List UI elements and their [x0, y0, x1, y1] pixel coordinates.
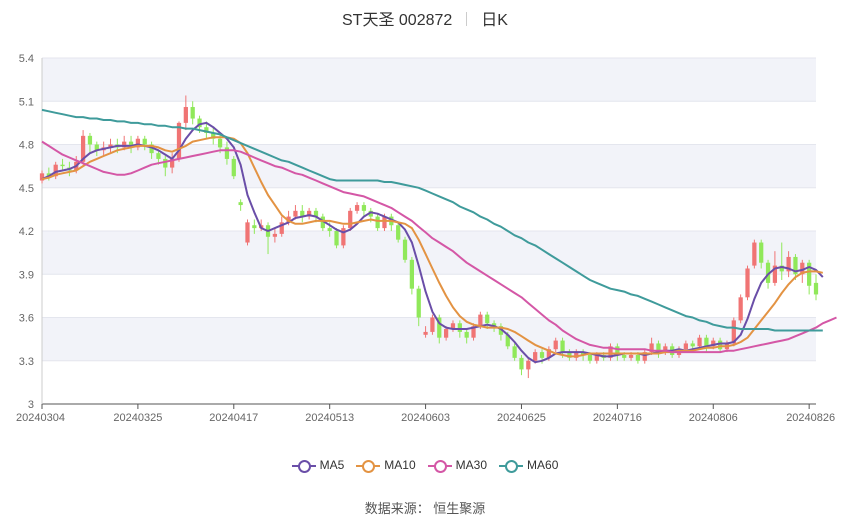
candle-body [683, 343, 688, 350]
candle-body [396, 225, 401, 240]
grid-band [42, 231, 816, 275]
candle-body [382, 216, 387, 229]
legend-swatch [356, 459, 381, 474]
candle-body [231, 158, 236, 177]
ma-line-ma60 [41, 108, 823, 332]
candle-body [238, 202, 243, 206]
legend-label: MA5 [319, 458, 345, 473]
candle-body [272, 233, 278, 237]
y-tick-label: 3.3 [19, 356, 34, 368]
candle-body [163, 158, 168, 168]
candle-body [464, 331, 469, 338]
candle-body [759, 242, 764, 263]
legend-swatch [427, 459, 452, 474]
candle-body [752, 242, 757, 266]
candle-body [252, 225, 257, 229]
candle-body [697, 337, 702, 347]
kline-chart[interactable]: 5.4 5.1 4.8 4.5 4.2 3.9 3.6 3.3 320240304 2024032… [0, 0, 850, 517]
candle-body [156, 153, 161, 159]
candle-body [539, 352, 545, 358]
candle-body [526, 360, 531, 370]
x-tick-label: 20240716 [593, 412, 642, 424]
candle-body [478, 314, 483, 327]
candle-body [553, 340, 558, 350]
candle-body [293, 210, 298, 217]
candle-body [457, 323, 462, 332]
x-tick-label: 20240325 [113, 412, 162, 424]
y-tick-label: 4.8 [19, 140, 34, 152]
candle-body [635, 354, 641, 361]
candle-body [690, 343, 695, 347]
y-tick-label: 4.2 [19, 226, 34, 238]
x-tick-label: 20240625 [497, 412, 546, 424]
x-tick-label: 20240603 [401, 412, 450, 424]
candle-body [717, 340, 723, 350]
candle-body [217, 138, 223, 148]
candle-body [87, 135, 93, 145]
x-tick-label: 20240513 [305, 412, 354, 424]
legend-label: MA10 [384, 458, 416, 473]
candle-body [423, 331, 428, 335]
legend-swatch [499, 459, 524, 474]
candle-body [485, 314, 490, 324]
legend-item-ma10[interactable]: MA10 [356, 458, 416, 474]
y-tick-label: 5.1 [19, 96, 34, 108]
x-tick-label: 20240304 [16, 412, 65, 424]
candle-body [361, 205, 367, 211]
y-tick-label: 3 [28, 399, 34, 411]
candle-body [245, 222, 250, 243]
candle-body [738, 297, 743, 321]
candle-body [745, 268, 750, 298]
y-tick-label: 3.9 [19, 269, 34, 281]
candle-body [334, 231, 339, 246]
legend-item-ma5[interactable]: MA5 [291, 458, 345, 474]
candle-body [327, 228, 332, 231]
legend-item-ma30[interactable]: MA30 [427, 458, 488, 474]
legend-item-ma60[interactable]: MA60 [499, 458, 559, 474]
candle-body [430, 317, 435, 332]
candle-body [402, 239, 408, 260]
candle-body [348, 210, 353, 229]
candle-body [444, 329, 449, 338]
candle-body [587, 354, 593, 361]
candle-body [533, 352, 538, 361]
legend-label: MA30 [455, 458, 488, 473]
candle-body [224, 147, 230, 159]
y-tick-label: 5.4 [19, 53, 34, 65]
candle-body [512, 346, 517, 358]
candle-body [375, 216, 380, 229]
candle-body [142, 138, 147, 145]
legend: MA5 MA10 MA30 MA60 [0, 458, 850, 474]
candle-body [183, 107, 188, 123]
candle-body [519, 357, 524, 370]
x-tick-label: 20240826 [786, 412, 835, 424]
candle-body [60, 164, 65, 167]
y-tick-label: 4.5 [19, 183, 34, 195]
legend-label: MA60 [527, 458, 559, 473]
candle-body [628, 354, 634, 358]
candle-body [354, 205, 360, 211]
legend-swatch [291, 459, 316, 474]
x-tick-label: 20240417 [209, 412, 258, 424]
candle-body [416, 288, 421, 318]
candle-body [560, 340, 565, 353]
x-tick-label: 20240806 [689, 412, 738, 424]
data-source: 数据来源： 恒生聚源 [364, 501, 486, 516]
y-tick-label: 3.6 [19, 313, 34, 325]
candle-body [409, 259, 414, 289]
candle-body [813, 282, 819, 295]
grid-band [42, 58, 816, 102]
candle-body [622, 354, 627, 358]
candle-body [190, 107, 195, 119]
